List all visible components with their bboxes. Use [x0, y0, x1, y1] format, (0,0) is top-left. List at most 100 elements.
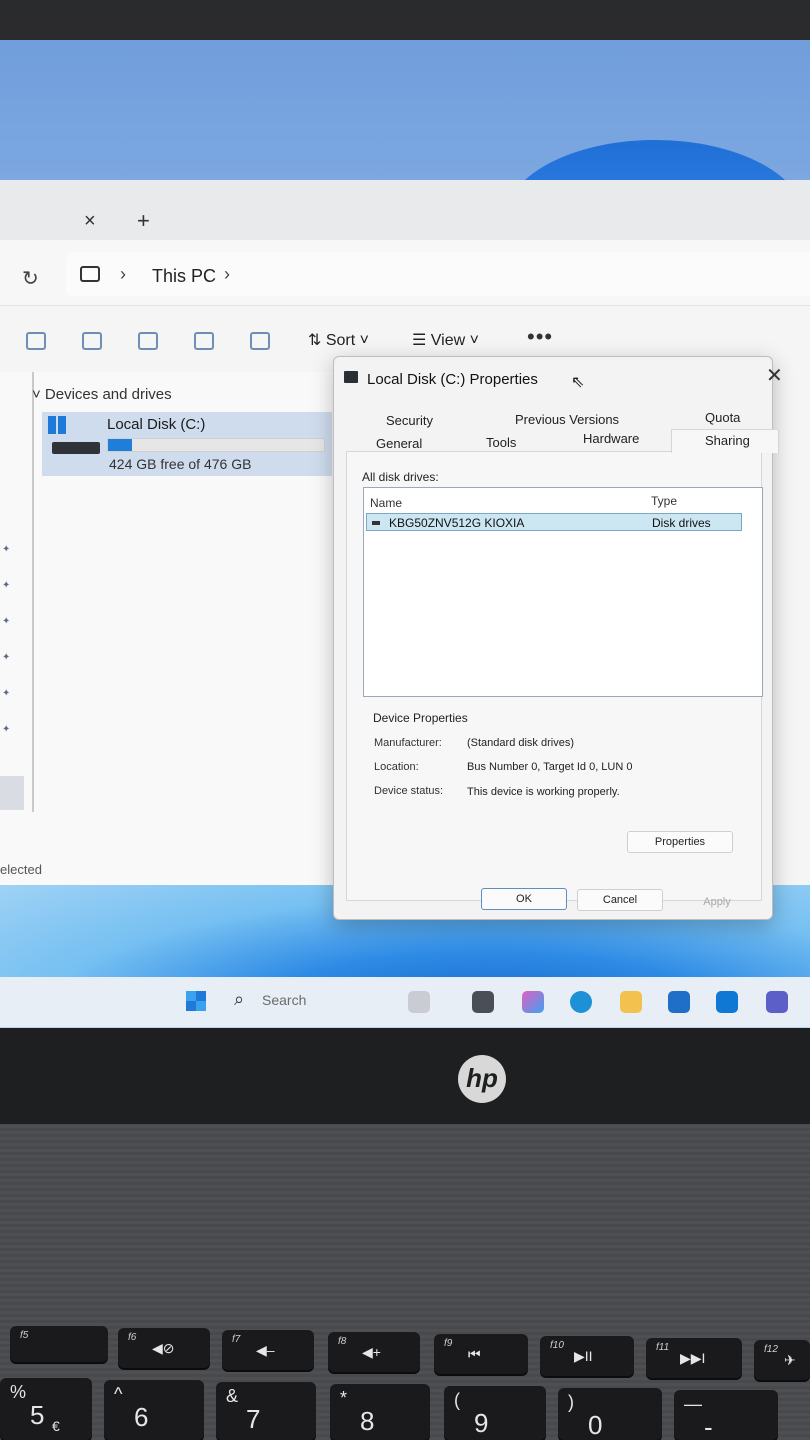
paste-icon[interactable]	[82, 332, 102, 350]
view-button[interactable]: ☰ View ˅	[412, 330, 479, 350]
refresh-icon[interactable]: ↻	[22, 266, 39, 291]
key-f8[interactable]: f8 ◀+	[328, 1332, 420, 1372]
key-altgr-symbol: €	[52, 1418, 60, 1434]
new-tab-icon[interactable]: +	[137, 208, 150, 234]
tab-previous-versions[interactable]: Previous Versions	[515, 412, 619, 427]
fn-label: f10	[550, 1340, 564, 1351]
key-6[interactable]: ^ 6	[104, 1380, 204, 1440]
location-label: Location:	[374, 761, 419, 773]
rename-icon[interactable]	[138, 332, 158, 350]
tab-security[interactable]: Security	[386, 413, 433, 428]
key-f12[interactable]: f12 ✈	[754, 1340, 810, 1380]
ok-button[interactable]: OK	[481, 888, 567, 910]
pin-icon[interactable]: ✦	[2, 688, 10, 699]
key-5[interactable]: % 5 €	[0, 1378, 92, 1440]
sort-button[interactable]: ⇅ Sort ˅	[308, 330, 369, 350]
file-explorer-icon[interactable]	[620, 991, 642, 1013]
key-main-symbol: 6	[134, 1402, 149, 1432]
close-tab-icon[interactable]: ×	[84, 210, 96, 233]
outlook-icon[interactable]	[716, 991, 738, 1013]
drive-free-space: 424 GB free of 476 GB	[109, 456, 252, 472]
pin-icon[interactable]: ✦	[2, 544, 10, 555]
more-options-icon[interactable]: •••	[527, 324, 553, 350]
column-header-name[interactable]: Name	[370, 496, 402, 510]
tab-quota[interactable]: Quota	[705, 410, 740, 425]
chevron-right-icon[interactable]: ›	[120, 264, 126, 285]
task-view-icon[interactable]	[472, 991, 494, 1013]
manufacturer-label: Manufacturer:	[374, 737, 442, 749]
drive-usage-bar	[107, 438, 325, 452]
key-shift-symbol: (	[454, 1390, 460, 1410]
properties-button[interactable]: Properties	[627, 831, 733, 853]
store-icon[interactable]	[668, 991, 690, 1013]
delete-icon[interactable]	[250, 332, 270, 350]
previous-track-icon: ⏮	[468, 1346, 481, 1362]
key-f11[interactable]: f11 ▶▶I	[646, 1338, 742, 1378]
fn-label: f12	[764, 1344, 778, 1355]
keyboard-deck: f5 f6 ◀⊘ f7 ◀– f8 ◀+ f9 ⏮ f10 ▶II f11 ▶▶…	[0, 1124, 810, 1440]
column-header-type[interactable]: Type	[651, 494, 677, 508]
drive-usage-fill	[108, 439, 132, 451]
device-properties-header: Device Properties	[373, 711, 468, 725]
share-icon[interactable]	[194, 332, 214, 350]
key-0[interactable]: ) 0	[558, 1388, 662, 1440]
key-f5[interactable]: f5	[10, 1326, 108, 1362]
cancel-button[interactable]: Cancel	[577, 889, 663, 911]
tab-sharing[interactable]: Sharing	[705, 433, 750, 448]
close-icon[interactable]: ✕	[766, 363, 783, 388]
mouse-cursor-icon: ⇖	[571, 374, 585, 391]
fn-label: f7	[232, 1334, 241, 1345]
key-7[interactable]: & 7	[216, 1382, 316, 1440]
drive-name: Local Disk (C:)	[107, 416, 206, 433]
disk-drives-list[interactable]: Name Type KBG50ZNV512G KIOXIA Disk drive…	[363, 487, 763, 697]
pin-icon[interactable]: ✦	[2, 724, 10, 735]
key-f7[interactable]: f7 ◀–	[222, 1330, 314, 1370]
address-bar: ↻ › This PC ›	[0, 240, 810, 306]
device-status-label: Device status:	[374, 785, 444, 797]
hp-logo: hp	[458, 1055, 506, 1103]
widgets-icon[interactable]	[408, 991, 430, 1013]
devices-and-drives-header[interactable]: ˅ Devices and drives	[32, 386, 172, 403]
airplane-mode-icon: ✈	[784, 1352, 796, 1368]
key-minus[interactable]: — -	[674, 1390, 778, 1440]
table-row[interactable]: KBG50ZNV512G KIOXIA Disk drives	[366, 513, 742, 531]
tab-general[interactable]: General	[376, 436, 422, 451]
drive-icon	[344, 371, 358, 383]
chevron-right-icon[interactable]: ›	[224, 264, 230, 285]
windows-logo-icon	[48, 416, 66, 434]
key-main-symbol: 8	[360, 1406, 375, 1436]
taskbar-search[interactable]: Search	[262, 992, 306, 1008]
pin-icon[interactable]: ✦	[2, 652, 10, 663]
key-8[interactable]: * 8	[330, 1384, 430, 1440]
pin-icon[interactable]: ✦	[2, 616, 10, 627]
key-f10[interactable]: f10 ▶II	[540, 1336, 634, 1376]
this-pc-icon	[80, 266, 100, 282]
search-icon[interactable]: ⌕	[234, 989, 244, 1010]
key-f6[interactable]: f6 ◀⊘	[118, 1328, 210, 1368]
breadcrumb-this-pc[interactable]: This PC	[152, 266, 216, 287]
copy-icon[interactable]	[26, 332, 46, 350]
key-main-symbol: 9	[474, 1408, 489, 1438]
key-shift-symbol: —	[684, 1394, 702, 1414]
start-button-icon[interactable]	[184, 989, 208, 1013]
status-bar-text: elected	[0, 862, 42, 877]
key-f9[interactable]: f9 ⏮	[434, 1334, 528, 1374]
key-9[interactable]: ( 9	[444, 1386, 546, 1440]
laptop-screen: × + ↻ › This PC › ⇅ Sort ˅ ☰ View ˅ ••• …	[0, 18, 810, 1028]
apply-button[interactable]: Apply	[674, 891, 760, 913]
properties-dialog: Local Disk (C:) Properties ⇖ ✕ Security …	[333, 356, 783, 920]
copilot-icon[interactable]	[522, 991, 544, 1013]
teams-icon[interactable]	[766, 991, 788, 1013]
disk-drive-type: Disk drives	[652, 516, 711, 530]
nav-selected-item[interactable]	[0, 776, 24, 810]
screen-bezel	[0, 1028, 810, 1124]
key-main-symbol: -	[704, 1412, 713, 1440]
play-pause-icon: ▶II	[574, 1348, 593, 1364]
key-shift-symbol: ^	[114, 1384, 123, 1404]
pin-icon[interactable]: ✦	[2, 580, 10, 591]
tab-tools[interactable]: Tools	[486, 435, 516, 450]
tab-hardware[interactable]: Hardware	[583, 431, 639, 446]
tab-bar: × +	[0, 180, 810, 240]
key-shift-symbol: )	[568, 1392, 574, 1412]
edge-icon[interactable]	[570, 991, 592, 1013]
